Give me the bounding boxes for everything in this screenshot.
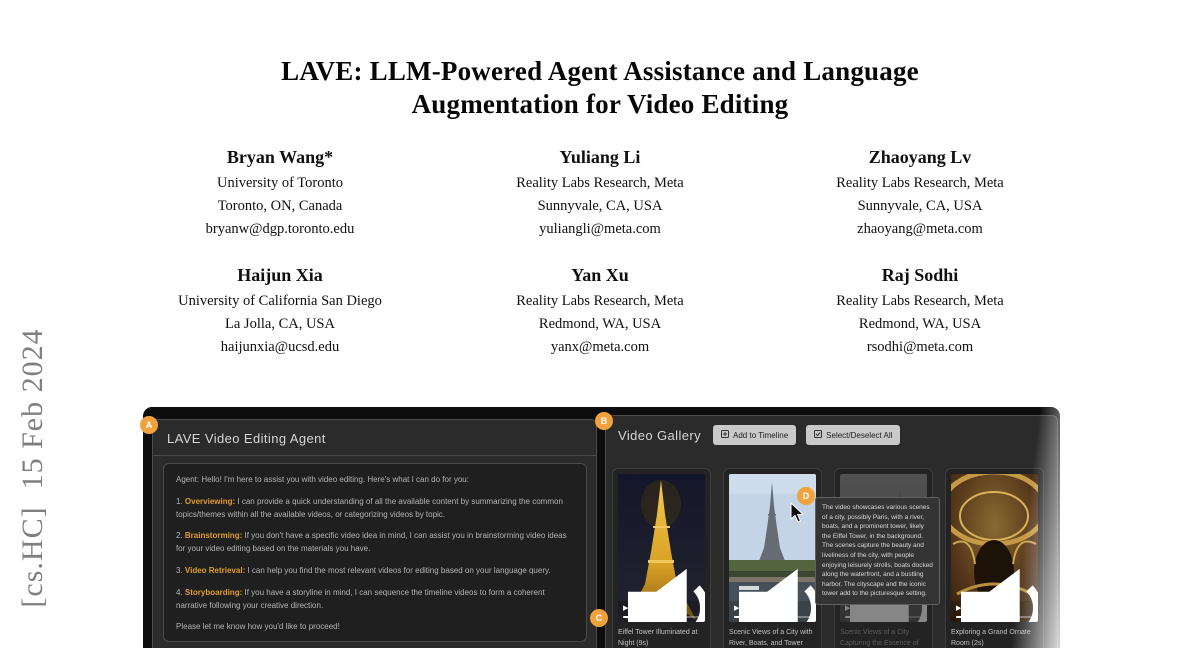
author-email: zhaoyang@meta.com [760,218,1080,241]
add-to-timeline-label: Add to Timeline [733,431,788,440]
author-email: yanx@meta.com [440,336,760,359]
author-grid: Bryan Wang* University of Toronto Toront… [120,147,1080,358]
video-controls: ▶ ⋮ [729,601,816,622]
volume-icon[interactable] [961,534,1038,622]
author-email: haijunxia@ucsd.edu [120,336,440,359]
agent-panel: LAVE Video Editing Agent Agent: Hello! I… [152,419,597,648]
video-caption: Scenic Views of a City with River, Boats… [729,628,816,648]
author-location: Sunnyvale, CA, USA [440,195,760,218]
agent-capability: 1. Overviewing: I can provide a quick un… [176,496,574,522]
author-email: rsodhi@meta.com [760,336,1080,359]
video-caption: Exploring a Grand Ornate Room (2s) [951,628,1038,648]
title-line-1: LAVE: LLM-Powered Agent Assistance and L… [0,55,1200,88]
annotation-badge-b: B [595,412,613,430]
capability-number: 4. [176,588,183,597]
agent-capability: 3. Video Retrieval: I can help you find … [176,565,574,578]
author-affiliation: University of Toronto [120,172,440,195]
author-block: Raj Sodhi Reality Labs Research, Meta Re… [760,265,1080,359]
author-name: Raj Sodhi [760,265,1080,286]
video-description-tooltip: The video showcases various scenes of a … [815,497,940,605]
paper-page: [cs.HC] 15 Feb 2024 LAVE: LLM-Powered Ag… [0,0,1200,648]
author-location: Redmond, WA, USA [440,313,760,336]
page-title: LAVE: LLM-Powered Agent Assistance and L… [0,55,1200,121]
author-name: Yan Xu [440,265,760,286]
author-location: Toronto, ON, Canada [120,195,440,218]
author-name: Zhaoyang Lv [760,147,1080,168]
video-thumbnail-eiffel-night[interactable]: ▶ ⋮ [618,474,705,622]
capability-term: Video Retrieval: [185,566,245,575]
agent-message-outro: Please let me know how you'd like to pro… [176,621,574,634]
author-name: Bryan Wang* [120,147,440,168]
author-affiliation: University of California San Diego [120,290,440,313]
agent-panel-title: LAVE Video Editing Agent [153,420,596,456]
capability-number: 1. [176,497,183,506]
capability-number: 2. [176,531,183,540]
author-block: Yan Xu Reality Labs Research, Meta Redmo… [440,265,760,359]
author-email: yuliangli@meta.com [440,218,760,241]
volume-icon[interactable] [628,534,705,622]
capability-text: I can provide a quick understanding of a… [176,497,563,519]
author-block: Haijun Xia University of California San … [120,265,440,359]
capability-text: I can help you find the most relevant vi… [247,566,550,575]
mouse-cursor-icon [790,502,806,529]
video-thumbnail-ornate-room[interactable]: ▶ ⋮ [951,474,1038,622]
author-affiliation: Reality Labs Research, Meta [440,290,760,313]
video-card[interactable]: ▶ ⋮ Eiffel Tower Illuminated at Night (9… [612,468,711,648]
teaser-figure: LAVE Video Editing Agent Agent: Hello! I… [143,407,1060,648]
add-to-timeline-button[interactable]: Add to Timeline [713,425,796,445]
arxiv-watermark: [cs.HC] 15 Feb 2024 [16,328,50,607]
author-location: Redmond, WA, USA [760,313,1080,336]
author-email: bryanw@dgp.toronto.edu [120,218,440,241]
capability-term: Storyboarding: [185,588,242,597]
annotation-badge-c: C [590,609,608,627]
annotation-badge-a: A [140,416,158,434]
add-to-timeline-icon [721,430,729,440]
video-controls: ▶ ⋮ [618,601,705,622]
author-location: Sunnyvale, CA, USA [760,195,1080,218]
gallery-title: Video Gallery [618,428,701,443]
agent-capability: 2. Brainstorming: If you don't have a sp… [176,530,574,556]
author-affiliation: Reality Labs Research, Meta [760,172,1080,195]
capability-term: Brainstorming: [185,531,242,540]
author-name: Yuliang Li [440,147,760,168]
author-location: La Jolla, CA, USA [120,313,440,336]
author-name: Haijun Xia [120,265,440,286]
gallery-header: Video Gallery Add to Timeline Select/Des… [606,416,1057,450]
select-deselect-all-button[interactable]: Select/Deselect All [806,425,900,445]
select-all-label: Select/Deselect All [826,431,892,440]
capability-term: Overviewing: [185,497,235,506]
volume-icon[interactable] [739,534,816,622]
video-caption: Scenic Views of a City Capturing the Ess… [840,628,927,648]
agent-message-intro: Agent: Hello! I'm here to assist you wit… [176,474,574,487]
capability-number: 3. [176,566,183,575]
select-all-icon [814,430,822,440]
agent-capability: 4. Storyboarding: If you have a storylin… [176,587,574,613]
author-block: Yuliang Li Reality Labs Research, Meta S… [440,147,760,241]
author-block: Bryan Wang* University of Toronto Toront… [120,147,440,241]
author-block: Zhaoyang Lv Reality Labs Research, Meta … [760,147,1080,241]
author-affiliation: Reality Labs Research, Meta [760,290,1080,313]
author-affiliation: Reality Labs Research, Meta [440,172,760,195]
agent-chat-box[interactable]: Agent: Hello! I'm here to assist you wit… [163,463,587,642]
video-controls: ▶ ⋮ [951,601,1038,622]
video-caption: Eiffel Tower Illuminated at Night (9s) [618,628,705,648]
video-card[interactable]: ▶ ⋮ Exploring a Grand Ornate Room (2s) [945,468,1044,648]
title-line-2: Augmentation for Video Editing [0,88,1200,121]
